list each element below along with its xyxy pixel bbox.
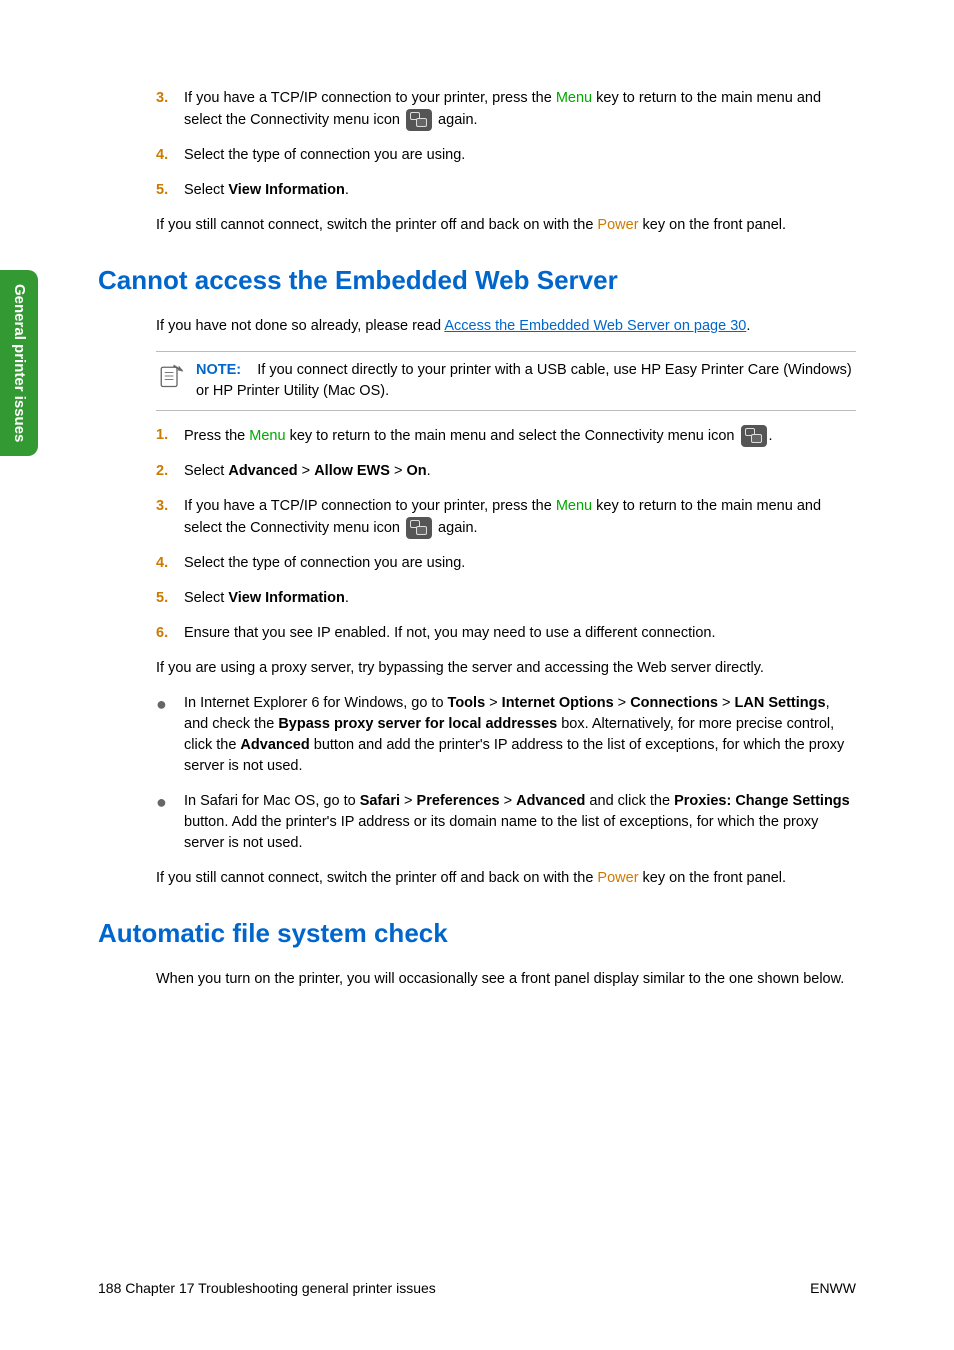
menu-key-label: Menu	[556, 90, 592, 106]
step-3-text: If you have a TCP/IP connection to your …	[184, 88, 856, 131]
menu-key-label: Menu	[249, 428, 285, 444]
ews-step-4: Select the type of connection you are us…	[184, 553, 465, 574]
page-content: 3. If you have a TCP/IP connection to yo…	[0, 0, 954, 990]
ews-step-5: Select View Information.	[184, 588, 349, 609]
top-closing: If you still cannot connect, switch the …	[156, 215, 856, 236]
bullet-icon: ●	[156, 693, 184, 777]
ews-step-5-num: 5.	[156, 588, 184, 609]
ews-step-3: If you have a TCP/IP connection to your …	[184, 496, 856, 539]
afs-p1: When you turn on the printer, you will o…	[156, 969, 856, 990]
note-label: NOTE:	[196, 362, 241, 378]
ews-step-1-num: 1.	[156, 425, 184, 446]
step-5-text: Select View Information.	[184, 180, 349, 201]
bullet-icon: ●	[156, 791, 184, 854]
side-tab: General printer issues	[0, 270, 38, 456]
ews-step-6-num: 6.	[156, 623, 184, 644]
ews-link[interactable]: Access the Embedded Web Server on page 3…	[444, 318, 746, 334]
ews-step-2-num: 2.	[156, 461, 184, 482]
side-tab-label: General printer issues	[11, 284, 28, 442]
heading-afs: Automatic file system check	[98, 915, 856, 953]
connectivity-icon	[406, 109, 432, 131]
bullet-safari: In Safari for Mac OS, go to Safari > Pre…	[184, 791, 856, 854]
note-box: NOTE: If you connect directly to your pr…	[156, 351, 856, 411]
ews-intro: If you have not done so already, please …	[156, 316, 856, 337]
power-key-label: Power	[597, 870, 638, 886]
ews-step-6: Ensure that you see IP enabled. If not, …	[184, 623, 716, 644]
afs-section: When you turn on the printer, you will o…	[156, 969, 856, 990]
ews-step-2: Select Advanced > Allow EWS > On.	[184, 461, 431, 482]
note-content: NOTE: If you connect directly to your pr…	[196, 360, 856, 402]
step-number-3: 3.	[156, 88, 184, 109]
footer-right: ENWW	[810, 1278, 856, 1298]
menu-key-label: Menu	[556, 498, 592, 514]
note-text: If you connect directly to your printer …	[196, 362, 852, 399]
connectivity-icon	[741, 425, 767, 447]
ews-closing: If you still cannot connect, switch the …	[156, 868, 856, 889]
ews-step-4-num: 4.	[156, 553, 184, 574]
top-steps: 3. If you have a TCP/IP connection to yo…	[156, 88, 856, 236]
ews-step-3-num: 3.	[156, 496, 184, 517]
bullet-ie: In Internet Explorer 6 for Windows, go t…	[184, 693, 856, 777]
step-4-text: Select the type of connection you are us…	[184, 145, 465, 166]
connectivity-icon	[406, 517, 432, 539]
heading-ews: Cannot access the Embedded Web Server	[98, 262, 856, 300]
footer-left: 188 Chapter 17 Troubleshooting general p…	[98, 1278, 436, 1298]
power-key-label: Power	[597, 217, 638, 233]
note-icon	[156, 362, 184, 390]
step-number-4: 4.	[156, 145, 184, 166]
page-footer: 188 Chapter 17 Troubleshooting general p…	[98, 1278, 856, 1298]
ews-section: If you have not done so already, please …	[156, 316, 856, 889]
ews-step-1: Press the Menu key to return to the main…	[184, 425, 773, 447]
proxy-intro: If you are using a proxy server, try byp…	[156, 658, 856, 679]
step-number-5: 5.	[156, 180, 184, 201]
